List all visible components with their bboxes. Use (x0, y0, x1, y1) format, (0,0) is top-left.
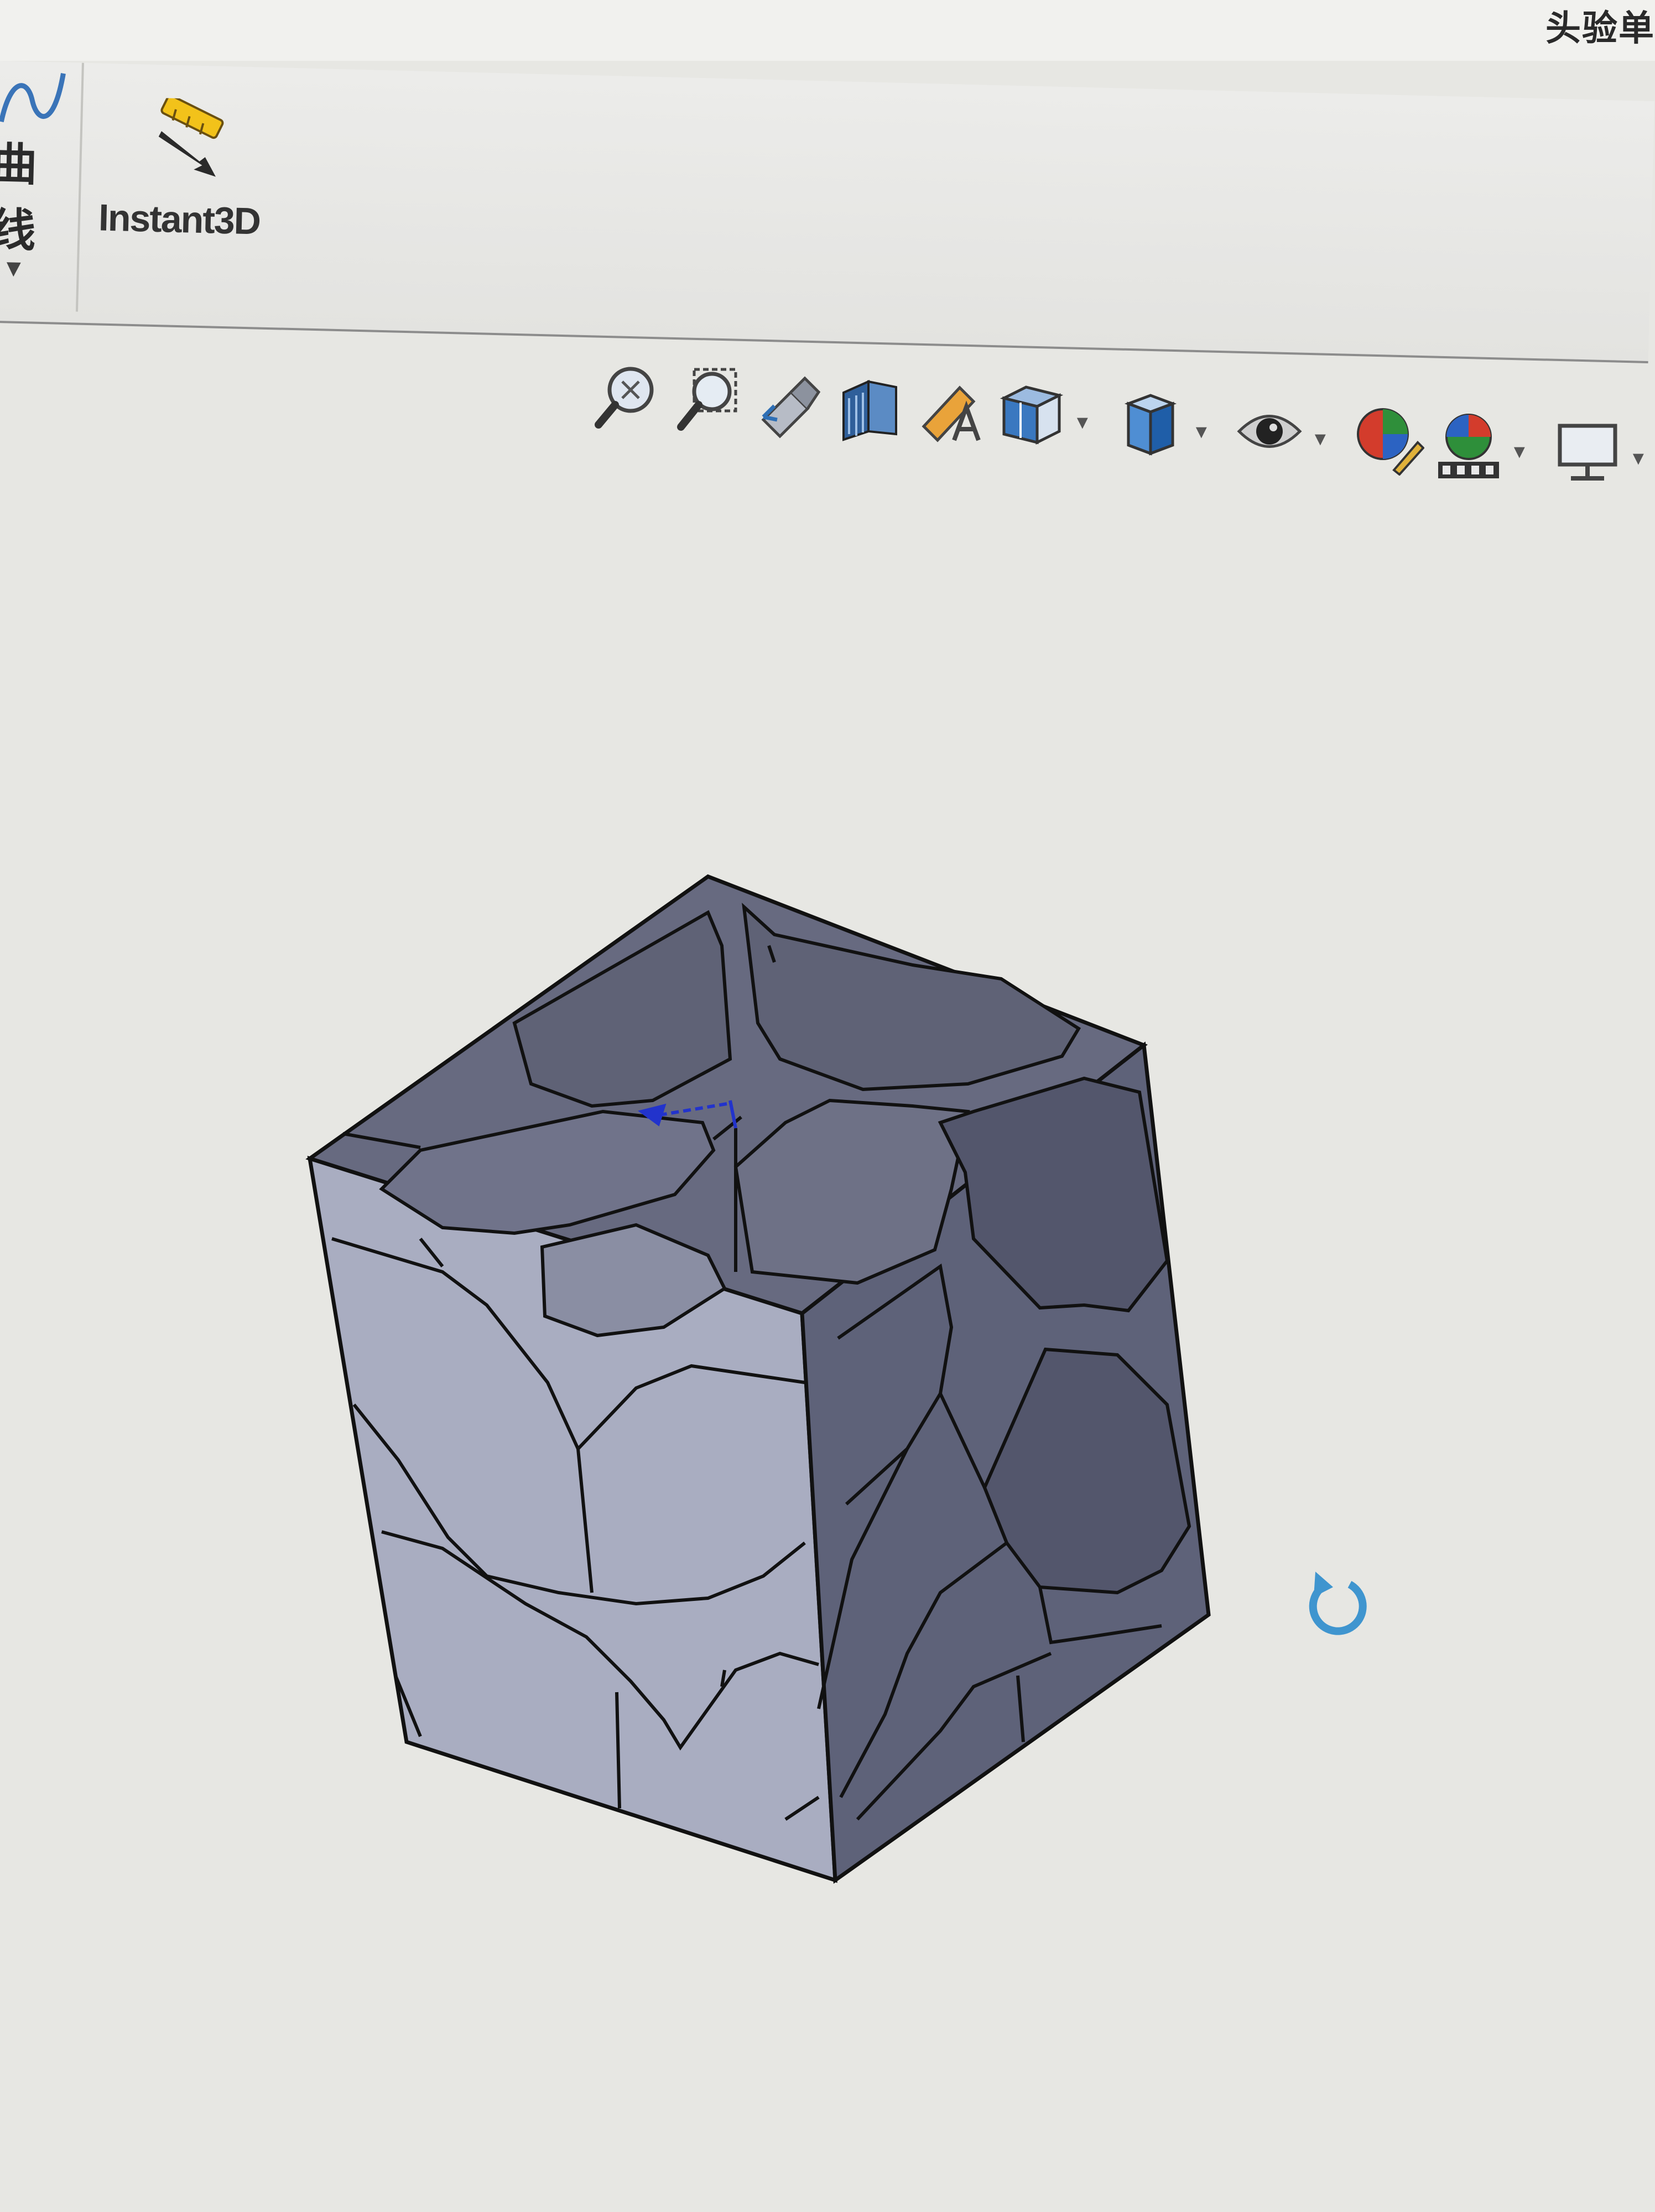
voronoi-grain-cube[interactable] (0, 0, 1655, 2212)
graphics-area (0, 0, 1655, 2212)
rotate-view-icon[interactable] (1300, 1565, 1372, 1642)
solidworks-window: 头验单 曲线 ▼ Instant3D ▼ ▼ ▼ ▼ ▼ (0, 0, 1655, 2212)
